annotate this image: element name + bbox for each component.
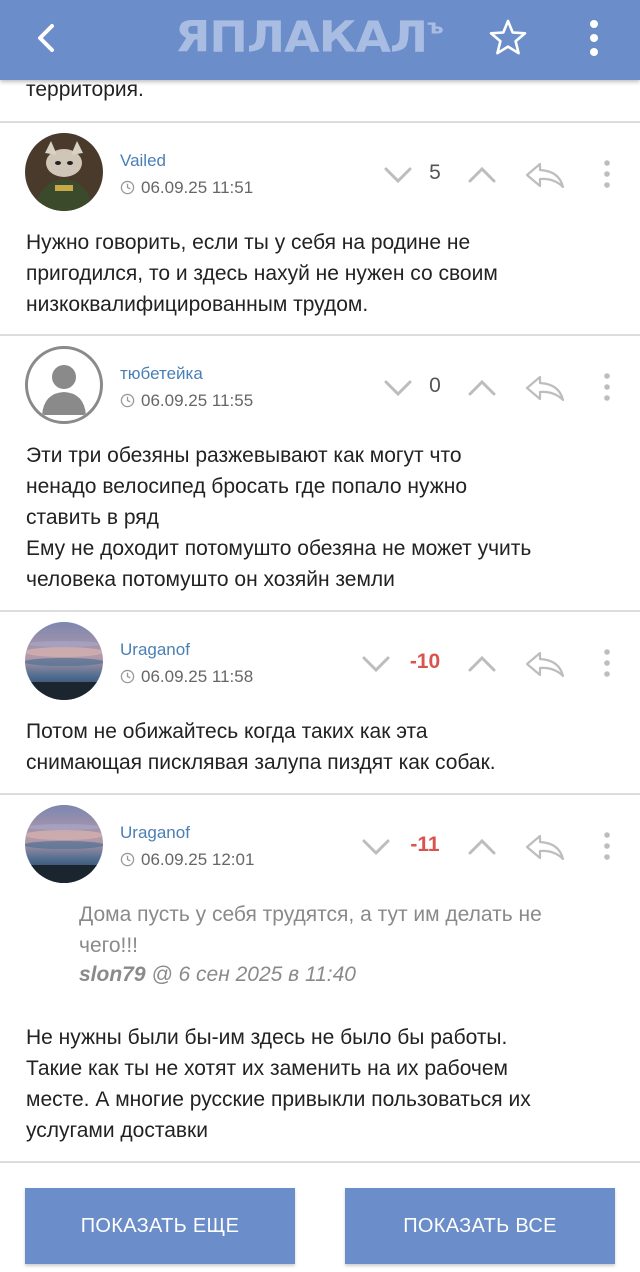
reply-arrow-icon[interactable] <box>524 649 566 679</box>
comment-rating: -10 <box>409 650 441 673</box>
avatar[interactable] <box>25 133 103 211</box>
username[interactable]: тюбетейка <box>120 364 203 384</box>
more-vertical-icon[interactable] <box>600 647 614 679</box>
avatar[interactable] <box>25 622 103 700</box>
quoted-text: Дома пусть у себя трудятся, а тут им дел… <box>79 903 542 957</box>
reply-arrow-icon[interactable] <box>524 832 566 862</box>
more-vertical-icon[interactable] <box>582 16 606 60</box>
show-more-button[interactable]: ПОКАЗАТЬ ЕЩЕ <box>25 1188 295 1264</box>
site-logo[interactable]: ЯПЛАКАЛъ <box>175 14 465 60</box>
vote-up-chevron-icon[interactable] <box>467 835 497 859</box>
more-vertical-icon[interactable] <box>600 371 614 403</box>
comment-rating: -11 <box>410 833 440 856</box>
clock-icon <box>120 669 135 684</box>
star-icon[interactable] <box>486 16 530 60</box>
username[interactable]: Uraganof <box>120 823 190 843</box>
comment-rating: 5 <box>429 161 441 184</box>
comment-date: 06.09.25 11:55 <box>120 391 253 411</box>
more-vertical-icon[interactable] <box>600 158 614 190</box>
comment-text: Нужно говорить, если ты у себя на родине… <box>26 231 498 316</box>
quote-signature: slon79 @ 6 сен 2025 в 11:40 <box>79 963 356 986</box>
comment-date: 06.09.25 12:01 <box>120 850 254 870</box>
avatar[interactable] <box>25 805 103 883</box>
divider <box>0 334 640 336</box>
comment-text: Эти три обезяны разжевывают как могут чт… <box>26 444 532 591</box>
vote-up-chevron-icon[interactable] <box>467 652 497 676</box>
username[interactable]: Uraganof <box>120 640 190 660</box>
divider <box>0 610 640 612</box>
divider <box>0 1161 640 1163</box>
username[interactable]: Vailed <box>120 151 166 171</box>
avatar[interactable] <box>25 346 103 424</box>
back-chevron-icon[interactable] <box>26 16 66 60</box>
comment-date: 06.09.25 11:51 <box>120 178 253 198</box>
previous-comment-tail: территория. <box>26 78 144 101</box>
vote-down-chevron-icon[interactable] <box>361 835 391 859</box>
comment-rating: 0 <box>429 374 441 397</box>
clock-icon <box>120 180 135 195</box>
vote-up-chevron-icon[interactable] <box>467 163 497 187</box>
reply-arrow-icon[interactable] <box>524 160 566 190</box>
divider <box>0 793 640 795</box>
reply-arrow-icon[interactable] <box>524 373 566 403</box>
comment-text: Потом не обижайтесь когда таких как эта … <box>26 720 496 774</box>
clock-icon <box>120 852 135 867</box>
clock-icon <box>120 393 135 408</box>
comment-date: 06.09.25 11:58 <box>120 667 253 687</box>
vote-down-chevron-icon[interactable] <box>361 652 391 676</box>
vote-up-chevron-icon[interactable] <box>467 376 497 400</box>
comment-text: Не нужны были бы-им здесь не было бы раб… <box>26 1026 531 1142</box>
more-vertical-icon[interactable] <box>600 830 614 862</box>
show-all-button[interactable]: ПОКАЗАТЬ ВСЕ <box>345 1188 615 1264</box>
quote-author[interactable]: slon79 <box>79 963 146 986</box>
app-header: ЯПЛАКАЛъ <box>0 0 640 80</box>
divider <box>0 121 640 123</box>
